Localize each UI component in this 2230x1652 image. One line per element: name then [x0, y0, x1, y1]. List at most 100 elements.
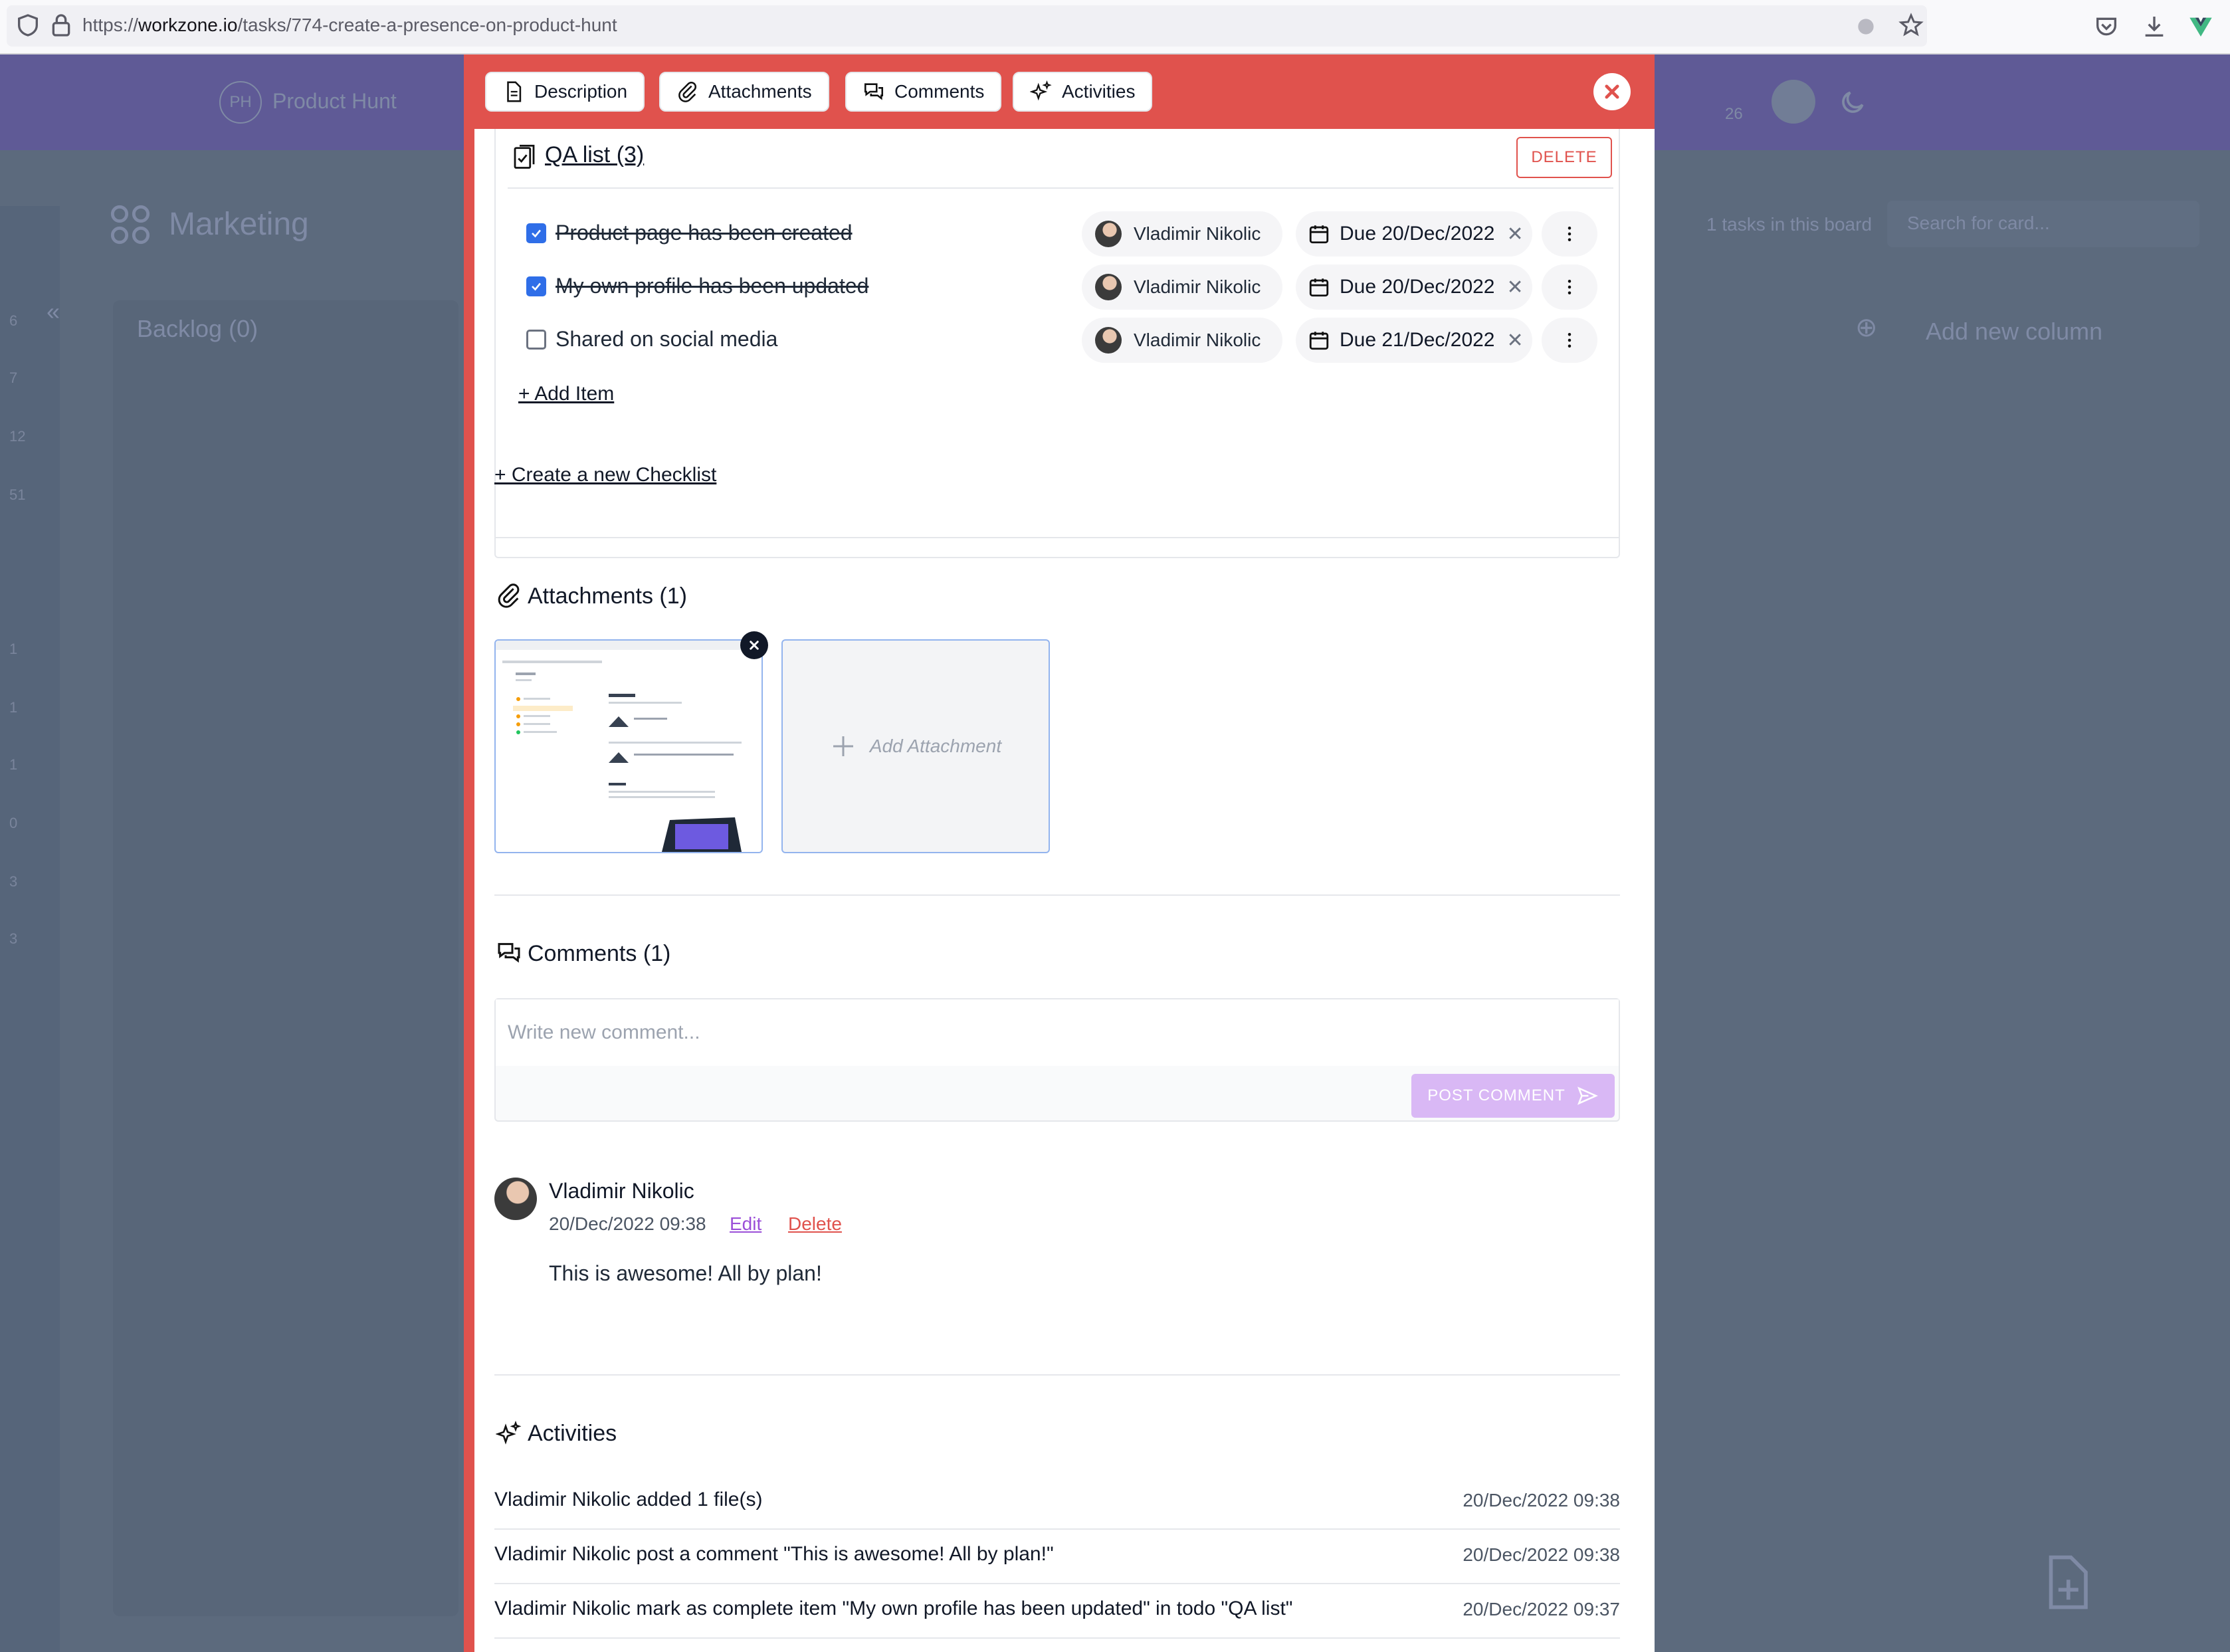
activity-text: Vladimir Nikolic post a comment "This is…: [494, 1543, 1054, 1565]
comment-text: This is awesome! All by plan!: [549, 1261, 822, 1285]
sidebar-number: 1: [9, 641, 18, 657]
checklist-title[interactable]: QA list (3): [545, 142, 644, 168]
tab-description-label: Description: [534, 81, 628, 102]
vue-devtools-icon[interactable]: [2187, 13, 2214, 40]
activity-text: Vladimir Nikolic mark as complete item "…: [494, 1598, 1293, 1619]
shield-icon[interactable]: [15, 12, 41, 39]
activity-item: Vladimir Nikolic added 1 file(s) 20/Dec/2…: [494, 1475, 1620, 1530]
section-divider: [494, 894, 1620, 896]
calendar-icon: [1309, 278, 1329, 297]
paperclip-icon: [678, 82, 696, 102]
more-vertical-icon: [1568, 227, 1571, 241]
tab-comments-label: Comments: [894, 81, 985, 102]
activity-text: Vladimir Nikolic added 1 file(s): [494, 1489, 763, 1510]
checklist-item-text[interactable]: Product page has been created: [556, 221, 853, 245]
paperclip-icon: [498, 583, 520, 608]
project-name[interactable]: Product Hunt: [272, 89, 397, 114]
tab-attachments-label: Attachments: [708, 81, 812, 102]
add-attachment-button[interactable]: Add Attachment: [781, 639, 1050, 853]
item-more-button[interactable]: [1542, 318, 1597, 363]
backlog-column: [113, 300, 458, 1616]
checklist-item-text[interactable]: My own profile has been updated: [556, 274, 868, 298]
document-icon: [507, 81, 522, 102]
checklist-item-checkbox[interactable]: [526, 276, 546, 296]
assignee-name: Vladimir Nikolic: [1134, 276, 1261, 297]
post-comment-button[interactable]: POST COMMENT: [1411, 1074, 1615, 1118]
sidebar-number: 12: [9, 428, 26, 445]
section-divider: [494, 1374, 1620, 1376]
more-vertical-icon: [1568, 333, 1571, 348]
lock-icon[interactable]: [48, 12, 74, 39]
due-date-selector[interactable]: Due 20/Dec/2022 ✕: [1296, 264, 1532, 310]
download-icon[interactable]: [2141, 13, 2168, 40]
add-new-column[interactable]: Add new column: [1926, 318, 2102, 346]
board-search[interactable]: Search for card...: [1887, 201, 2199, 247]
dark-mode-moon-icon[interactable]: [1838, 88, 1867, 117]
bookmark-star-icon[interactable]: [1898, 12, 1924, 39]
attachments-title: Attachments (1): [528, 583, 687, 609]
close-modal-button[interactable]: [1593, 73, 1631, 110]
checklist-item-checkbox[interactable]: [526, 223, 546, 243]
tab-comments[interactable]: Comments: [845, 72, 1002, 112]
item-more-button[interactable]: [1542, 211, 1597, 257]
section-divider: [494, 537, 1620, 538]
create-checklist-link[interactable]: + Create a new Checklist: [494, 464, 716, 486]
close-icon: [750, 641, 759, 650]
project-avatar[interactable]: PH: [219, 81, 262, 124]
comment-author: Vladimir Nikolic: [549, 1179, 694, 1203]
url-text[interactable]: https://workzone.io/tasks/774-create-a-p…: [82, 15, 617, 36]
sparkles-icon: [496, 1421, 522, 1445]
pocket-icon[interactable]: [2093, 13, 2120, 40]
delete-comment-link[interactable]: Delete: [788, 1213, 842, 1235]
checklist-item-checkbox[interactable]: [526, 330, 546, 350]
tab-attachments[interactable]: Attachments: [659, 72, 829, 112]
collapse-sidebar-icon[interactable]: «: [47, 298, 60, 326]
comment-input[interactable]: [496, 999, 1619, 1066]
attachment-thumbnail[interactable]: [494, 639, 763, 853]
activities-title: Activities: [528, 1421, 617, 1446]
tab-description[interactable]: Description: [485, 72, 645, 112]
sidebar-number: 1: [9, 699, 18, 716]
address-bar[interactable]: https://workzone.io/tasks/774-create-a-p…: [7, 5, 1927, 47]
browser-toolbar: https://workzone.io/tasks/774-create-a-p…: [0, 0, 2230, 54]
remove-attachment-button[interactable]: [740, 631, 768, 659]
calendar-icon: [1309, 332, 1329, 350]
activity-time: 20/Dec/2022 09:37: [1463, 1599, 1620, 1619]
clear-due-date-icon[interactable]: ✕: [1507, 276, 1524, 299]
due-date-selector[interactable]: Due 21/Dec/2022 ✕: [1296, 318, 1532, 363]
edit-comment-link[interactable]: Edit: [730, 1213, 761, 1235]
assignee-selector[interactable]: Vladimir Nikolic: [1082, 211, 1282, 257]
close-icon: [1605, 84, 1619, 99]
clear-due-date-icon[interactable]: ✕: [1507, 223, 1524, 246]
board-grid-icon: [110, 205, 150, 245]
add-column-icon[interactable]: ⊕: [1855, 312, 1878, 343]
due-date-selector[interactable]: Due 20/Dec/2022 ✕: [1296, 211, 1532, 257]
tab-activities[interactable]: Activities: [1013, 72, 1153, 112]
checklist-item: Product page has been created Vladimir Ni…: [508, 207, 1611, 259]
modal-content: QA list (3) DELETE Product page has been…: [474, 129, 1655, 1652]
new-document-icon[interactable]: [2036, 1552, 2096, 1612]
activity-time: 20/Dec/2022 09:38: [1463, 1490, 1620, 1510]
delete-checklist-button[interactable]: DELETE: [1516, 137, 1612, 178]
send-icon: [1577, 1086, 1598, 1105]
clear-due-date-icon[interactable]: ✕: [1507, 329, 1524, 352]
checklist-item-text[interactable]: Shared on social media: [556, 327, 777, 352]
notification-badge[interactable]: 26: [1725, 105, 1743, 124]
column-title: Backlog (0): [137, 315, 258, 342]
assignee-name: Vladimir Nikolic: [1134, 223, 1261, 244]
activity-time: 20/Dec/2022 09:38: [1463, 1544, 1620, 1565]
user-avatar[interactable]: [1772, 80, 1815, 124]
add-item-link[interactable]: + Add Item: [518, 383, 614, 405]
app-sidebar: [0, 206, 60, 1652]
assignee-avatar: [1095, 274, 1122, 300]
extension-icon[interactable]: [1853, 13, 1879, 40]
activity-item: Vladimir Nikolic mark as complete item "…: [494, 1584, 1620, 1639]
assignee-selector[interactable]: Vladimir Nikolic: [1082, 264, 1282, 310]
item-more-button[interactable]: [1542, 264, 1597, 310]
due-date: Due 21/Dec/2022: [1340, 329, 1495, 351]
comment-timestamp: 20/Dec/2022 09:38: [549, 1213, 706, 1234]
tasks-count: 1 tasks in this board: [1706, 214, 1873, 235]
assignee-selector[interactable]: Vladimir Nikolic: [1082, 318, 1282, 363]
due-date: Due 20/Dec/2022: [1340, 276, 1495, 298]
chat-icon: [498, 943, 520, 963]
